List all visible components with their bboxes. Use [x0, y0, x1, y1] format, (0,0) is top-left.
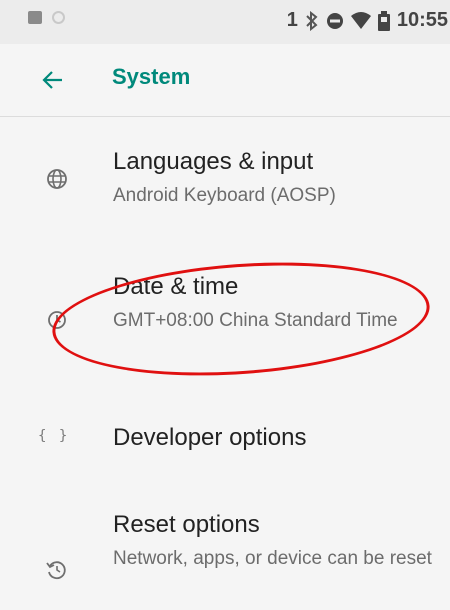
wifi-icon	[350, 11, 371, 30]
clock-icon	[44, 307, 70, 333]
status-icons: 1 10:55	[287, 9, 448, 32]
setting-item-title: Reset options	[113, 511, 260, 538]
bluetooth-icon	[305, 10, 319, 31]
globe-icon	[44, 166, 70, 192]
setting-item-text: Reset options Network, apps, or device c…	[113, 509, 438, 573]
setting-item-text: Developer options	[113, 422, 438, 454]
setting-item-reset-options[interactable]: Reset options Network, apps, or device c…	[0, 505, 450, 610]
back-button[interactable]	[40, 67, 66, 93]
app-bar: System	[0, 44, 450, 117]
setting-item-date-time[interactable]: Date & time GMT+08:00 China Standard Tim…	[0, 265, 450, 390]
setting-item-title: Languages & input	[113, 148, 314, 175]
clock-time: 10:55	[396, 9, 448, 31]
setting-item-developer-options[interactable]: { } Developer options	[0, 412, 450, 472]
setting-item-text: Date & time GMT+08:00 China Standard Tim…	[113, 271, 438, 335]
setting-item-text: Languages & input Android Keyboard (AOSP…	[113, 146, 438, 210]
circle-notification-icon	[52, 11, 65, 24]
setting-item-title: Date & time	[113, 273, 239, 300]
arrow-left-icon	[42, 71, 62, 89]
page-title: System	[112, 64, 191, 89]
setting-item-summary: GMT+08:00 China Standard Time	[113, 310, 398, 331]
status-bar: 1 10:55	[0, 0, 450, 44]
do-not-disturb-icon	[326, 12, 344, 30]
setting-item-title: Developer options	[113, 424, 307, 451]
braces-icon: { }	[38, 428, 70, 444]
restore-icon	[44, 557, 70, 583]
battery-icon	[377, 10, 390, 31]
setting-item-summary: Network, apps, or device can be reset	[113, 548, 432, 569]
image-notification-icon	[28, 11, 42, 24]
setting-item-languages-input[interactable]: Languages & input Android Keyboard (AOSP…	[0, 142, 450, 242]
indicator-number: 1	[286, 9, 298, 31]
setting-item-summary: Android Keyboard (AOSP)	[113, 185, 336, 206]
